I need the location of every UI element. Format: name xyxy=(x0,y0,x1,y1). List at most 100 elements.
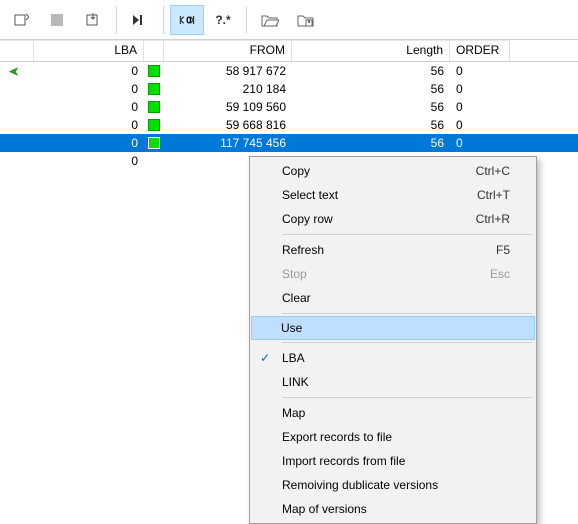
menu-label: Use xyxy=(281,321,302,335)
status-cell xyxy=(144,137,164,149)
menu-label: Clear xyxy=(282,291,311,305)
play-to-button[interactable] xyxy=(123,5,157,35)
menu-item-remoiving-dublicate-versions[interactable]: Remoiving dublicate versions xyxy=(252,473,534,497)
length-cell: 56 xyxy=(292,118,450,132)
menu-shortcut: Ctrl+R xyxy=(476,212,510,226)
status-cell xyxy=(144,83,164,95)
menu-item-stop: Stop Esc xyxy=(252,262,534,286)
refresh-icon xyxy=(12,11,30,29)
from-cell: 59 668 816 xyxy=(164,118,292,132)
menu-label: Select text xyxy=(282,188,338,202)
menu-item-map-of-versions[interactable]: Map of versions xyxy=(252,497,534,521)
toolbar: 0 ?.* xyxy=(0,0,578,40)
menu-item-lba[interactable]: ✓ LBA xyxy=(252,346,534,370)
export-button[interactable] xyxy=(76,5,110,35)
stop-button[interactable] xyxy=(40,5,74,35)
check-icon: ✓ xyxy=(260,351,270,365)
col-bookmark[interactable] xyxy=(0,40,34,61)
step-zero-button[interactable]: 0 xyxy=(170,5,204,35)
data-grid: LBA FROM Length ORDER ➤058 917 672560021… xyxy=(0,40,578,170)
status-square-icon xyxy=(148,65,160,77)
from-cell: 58 917 672 xyxy=(164,64,292,78)
menu-item-select-text[interactable]: Select text Ctrl+T xyxy=(252,183,534,207)
open-folder-icon xyxy=(261,11,279,29)
lba-cell: 0 xyxy=(34,82,144,96)
from-cell: 59 109 560 xyxy=(164,100,292,114)
grid-header: LBA FROM Length ORDER xyxy=(0,40,578,62)
col-from[interactable]: FROM xyxy=(164,40,292,61)
save-folder-button[interactable] xyxy=(289,5,323,35)
length-cell: 56 xyxy=(292,100,450,114)
lba-cell: 0 xyxy=(34,64,144,78)
menu-item-map[interactable]: Map xyxy=(252,401,534,425)
menu-label: Remoiving dublicate versions xyxy=(282,478,438,492)
from-cell: 117 745 456 xyxy=(164,136,292,150)
menu-shortcut: Ctrl+T xyxy=(477,188,510,202)
table-row[interactable]: 059 668 816560 xyxy=(0,116,578,134)
menu-item-clear[interactable]: Clear xyxy=(252,286,534,310)
menu-label: Stop xyxy=(282,267,307,281)
menu-label: Map of versions xyxy=(282,502,367,516)
table-row[interactable]: 0210 184560 xyxy=(0,80,578,98)
menu-item-import-records-from-file[interactable]: Import records from file xyxy=(252,449,534,473)
refresh-button[interactable] xyxy=(4,5,38,35)
grid-body: ➤058 917 6725600210 184560059 109 560560… xyxy=(0,62,578,170)
menu-label: LBA xyxy=(282,351,305,365)
unknown-q-button[interactable]: ?.* xyxy=(206,5,240,35)
order-cell: 0 xyxy=(450,136,510,150)
question-icon: ?.* xyxy=(214,11,232,29)
table-row[interactable]: ➤058 917 672560 xyxy=(0,62,578,80)
status-square-icon xyxy=(148,137,160,149)
menu-label: LINK xyxy=(282,375,309,389)
menu-item-link[interactable]: LINK xyxy=(252,370,534,394)
menu-label: Refresh xyxy=(282,243,324,257)
col-lba[interactable]: LBA xyxy=(34,40,144,61)
lba-cell: 0 xyxy=(34,100,144,114)
length-cell: 56 xyxy=(292,82,450,96)
menu-separator xyxy=(282,234,532,235)
save-folder-icon xyxy=(297,11,315,29)
table-row[interactable]: 059 109 560560 xyxy=(0,98,578,116)
toolbar-separator xyxy=(116,6,117,34)
menu-label: Map xyxy=(282,406,305,420)
step-zero-icon: 0 xyxy=(178,11,196,29)
menu-shortcut: F5 xyxy=(496,243,510,257)
menu-item-refresh[interactable]: Refresh F5 xyxy=(252,238,534,262)
order-cell: 0 xyxy=(450,82,510,96)
status-cell xyxy=(144,101,164,113)
lba-cell: 0 xyxy=(34,136,144,150)
col-length[interactable]: Length xyxy=(292,40,450,61)
menu-label: Import records from file xyxy=(282,454,405,468)
length-cell: 56 xyxy=(292,136,450,150)
status-square-icon xyxy=(148,101,160,113)
menu-label: Export records to file xyxy=(282,430,392,444)
menu-label: Copy row xyxy=(282,212,333,226)
status-square-icon xyxy=(148,83,160,95)
stop-icon xyxy=(48,11,66,29)
bookmark-icon: ➤ xyxy=(8,63,20,80)
lba-cell: 0 xyxy=(34,154,144,168)
menu-label: Copy xyxy=(282,164,310,178)
table-row[interactable]: 0117 745 456560 xyxy=(0,134,578,152)
order-cell: 0 xyxy=(450,64,510,78)
order-cell: 0 xyxy=(450,100,510,114)
menu-item-copy-row[interactable]: Copy row Ctrl+R xyxy=(252,207,534,231)
toolbar-separator xyxy=(246,6,247,34)
order-cell: 0 xyxy=(450,118,510,132)
menu-shortcut: Ctrl+C xyxy=(476,164,510,178)
open-folder-button[interactable] xyxy=(253,5,287,35)
toolbar-separator xyxy=(163,6,164,34)
menu-separator xyxy=(282,342,532,343)
menu-separator xyxy=(282,397,532,398)
from-cell: 210 184 xyxy=(164,82,292,96)
menu-shortcut: Esc xyxy=(490,267,510,281)
menu-item-copy[interactable]: Copy Ctrl+C xyxy=(252,159,534,183)
menu-item-export-records-to-file[interactable]: Export records to file xyxy=(252,425,534,449)
menu-item-use[interactable]: Use xyxy=(251,316,535,340)
col-order[interactable]: ORDER xyxy=(450,40,510,61)
menu-separator xyxy=(282,313,532,314)
export-icon xyxy=(84,11,102,29)
status-cell xyxy=(144,65,164,77)
length-cell: 56 xyxy=(292,64,450,78)
col-status[interactable] xyxy=(144,40,164,61)
